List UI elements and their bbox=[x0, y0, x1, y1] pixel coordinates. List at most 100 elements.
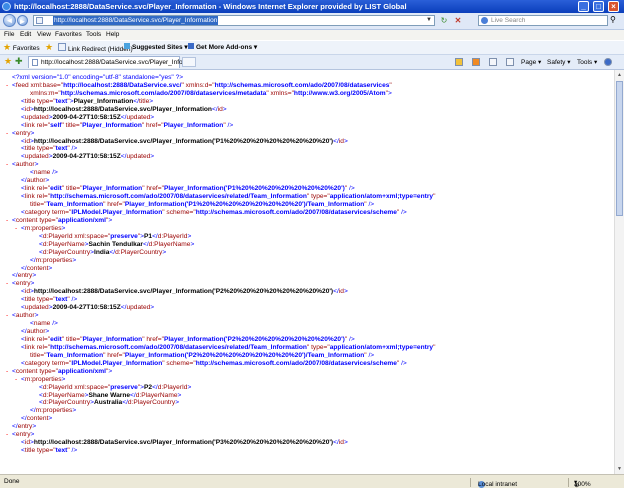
close-button[interactable]: × bbox=[608, 1, 619, 12]
scroll-thumb[interactable] bbox=[616, 81, 623, 216]
xml-text-node: 2009-04-27T10:58:15Z bbox=[52, 113, 121, 121]
xml-text-node: P2 bbox=[143, 383, 153, 391]
xml-tag-name: entry bbox=[15, 129, 31, 137]
search-input[interactable]: Live Search bbox=[478, 15, 608, 26]
collapse-toggle[interactable]: - bbox=[6, 312, 8, 320]
xml-line[interactable]: - <content type="application/xml"> bbox=[0, 217, 614, 225]
favorites-center-icon[interactable]: ★ bbox=[4, 57, 12, 66]
vertical-scrollbar[interactable]: ▲ ▼ bbox=[614, 70, 624, 474]
feeds-icon[interactable] bbox=[472, 58, 480, 66]
xml-line[interactable]: - <entry> bbox=[0, 431, 614, 439]
xml-line: <d:PlayerName>Sachin Tendulkar</d:Player… bbox=[0, 241, 614, 249]
xml-line[interactable]: - <entry> bbox=[0, 130, 614, 138]
menu-help[interactable]: Help bbox=[106, 31, 119, 38]
add-favorites-icon[interactable]: ✚ bbox=[15, 57, 23, 66]
favorites-button[interactable]: ★ Favorites bbox=[3, 43, 40, 53]
xml-line[interactable]: - <feed xml:base="http://localhost:2888/D… bbox=[0, 82, 614, 90]
menu-favorites[interactable]: Favorites bbox=[55, 31, 82, 38]
collapse-toggle[interactable]: - bbox=[6, 161, 8, 169]
xml-markup: " title=" bbox=[61, 185, 83, 193]
xml-markup: /> bbox=[399, 208, 407, 216]
collapse-toggle[interactable]: - bbox=[6, 217, 8, 225]
favorites-bar: ★ Favorites ★ Link Redirect (Hidden) Sug… bbox=[0, 41, 624, 55]
xml-line: <d:PlayerId xml:space="preserve">P2</d:P… bbox=[0, 384, 614, 392]
xml-markup: > bbox=[343, 137, 348, 145]
collapse-toggle[interactable]: - bbox=[6, 130, 8, 138]
link-page-icon bbox=[58, 43, 66, 51]
xml-tag-name: author bbox=[15, 161, 35, 169]
xml-markup: title=" bbox=[30, 201, 47, 208]
tab-player-information[interactable]: http://localhost:2888/DataService.svc/Pl… bbox=[28, 56, 196, 68]
address-dropdown-icon[interactable]: ▼ bbox=[426, 17, 432, 23]
scroll-up-icon[interactable]: ▲ bbox=[616, 71, 623, 79]
forward-arrow-icon[interactable]: ► bbox=[17, 15, 28, 26]
scroll-down-icon[interactable]: ▼ bbox=[616, 465, 623, 473]
window-title-bar: http://localhost:2888/DataService.svc/Pl… bbox=[0, 0, 624, 13]
xml-markup: " xmlns:d=" bbox=[181, 81, 215, 89]
xml-line[interactable]: - <content type="application/xml"> bbox=[0, 368, 614, 376]
safety-menu[interactable]: Safety ▾ bbox=[547, 58, 571, 66]
xml-line: <link rel="self" title="Player_Informati… bbox=[0, 122, 614, 130]
xml-tag-name: updated bbox=[24, 304, 49, 312]
xml-markup: /> bbox=[50, 169, 58, 177]
xml-attribute-value: http://schemas.microsoft.com/ado/2007/08… bbox=[60, 89, 267, 97]
collapse-toggle[interactable]: - bbox=[6, 368, 8, 376]
maximize-button[interactable]: □ bbox=[593, 1, 604, 12]
xml-tag-name: m:properties bbox=[24, 375, 62, 383]
menu-tools[interactable]: Tools bbox=[86, 31, 101, 38]
xml-line: <link rel="http://schemas.microsoft.com/… bbox=[0, 193, 614, 201]
xml-markup: > bbox=[222, 105, 227, 113]
xml-markup: type=" bbox=[37, 216, 58, 224]
xml-markup: > bbox=[150, 153, 155, 161]
xml-tag-name: title bbox=[24, 145, 36, 153]
search-icon[interactable]: ⚲ bbox=[610, 15, 620, 25]
xml-markup: > bbox=[187, 383, 192, 391]
xml-document-view[interactable]: <?xml version="1.0" encoding="utf-8" sta… bbox=[0, 70, 614, 474]
xml-line[interactable]: - <entry> bbox=[0, 280, 614, 288]
read-mail-icon[interactable] bbox=[489, 58, 497, 66]
minimize-button[interactable]: _ bbox=[578, 1, 589, 12]
xml-tag-name: link bbox=[24, 335, 35, 343]
xml-line[interactable]: - <m:properties> bbox=[0, 225, 614, 233]
xml-tag-name: d:PlayerId bbox=[42, 383, 73, 391]
menu-edit[interactable]: Edit bbox=[20, 31, 31, 38]
xml-line[interactable]: - <m:properties> bbox=[0, 376, 614, 384]
xml-line[interactable]: - <author> bbox=[0, 161, 614, 169]
xml-tag-name: d:PlayerCountry bbox=[42, 248, 91, 256]
zoom-control[interactable]: ⊕ 100% ▾ bbox=[574, 478, 591, 489]
help-icon[interactable] bbox=[604, 58, 612, 66]
xml-markup: /> bbox=[366, 201, 375, 208]
back-arrow-icon[interactable]: ◄ bbox=[3, 14, 16, 27]
get-more-addons-link[interactable]: Get More Add-ons ▾ bbox=[188, 43, 257, 51]
xml-tag-name: d:PlayerId bbox=[157, 383, 188, 391]
refresh-icon[interactable]: ↻ bbox=[438, 15, 450, 26]
xml-markup: > bbox=[72, 256, 77, 264]
address-url[interactable]: http://localhost:2888/DataService.svc/Pl… bbox=[53, 16, 219, 25]
status-bar: Done Local intranet ⊕ 100% ▾ bbox=[0, 474, 624, 489]
xml-attribute-value: Team_Information bbox=[46, 201, 104, 208]
tools-menu[interactable]: Tools ▾ bbox=[577, 58, 597, 66]
add-favorite-icon[interactable]: ★ bbox=[45, 43, 53, 52]
xml-attribute-value: edit bbox=[50, 185, 62, 193]
stop-icon[interactable]: ✕ bbox=[452, 15, 464, 26]
link-redirect-link[interactable]: Link Redirect (Hidden) bbox=[58, 43, 133, 53]
home-icon[interactable] bbox=[455, 58, 463, 66]
xml-line[interactable]: - <author> bbox=[0, 312, 614, 320]
collapse-toggle[interactable]: - bbox=[6, 82, 8, 90]
suggested-sites-link[interactable]: Suggested Sites ▾ bbox=[124, 43, 188, 51]
xml-text-node: Player_Information bbox=[73, 97, 134, 105]
new-tab-button[interactable] bbox=[182, 57, 196, 67]
collapse-toggle[interactable]: - bbox=[6, 431, 8, 439]
xml-tag-name: updated bbox=[24, 153, 49, 161]
page-menu[interactable]: Page ▾ bbox=[521, 58, 541, 66]
collapse-toggle[interactable]: - bbox=[15, 376, 17, 384]
print-icon[interactable] bbox=[506, 58, 514, 66]
collapse-toggle[interactable]: - bbox=[15, 225, 17, 233]
menu-view[interactable]: View bbox=[37, 31, 51, 38]
collapse-toggle[interactable]: - bbox=[6, 280, 8, 288]
tab-label: http://localhost:2888/DataService.svc/Pl… bbox=[41, 59, 196, 66]
xml-attribute-value: http://schemas.microsoft.com/ado/2007/08… bbox=[214, 81, 390, 89]
address-field[interactable]: http://localhost:2888/DataService.svc/Pl… bbox=[33, 15, 435, 26]
xml-line: <title type="text" /> bbox=[0, 145, 614, 153]
menu-file[interactable]: File bbox=[4, 31, 14, 38]
